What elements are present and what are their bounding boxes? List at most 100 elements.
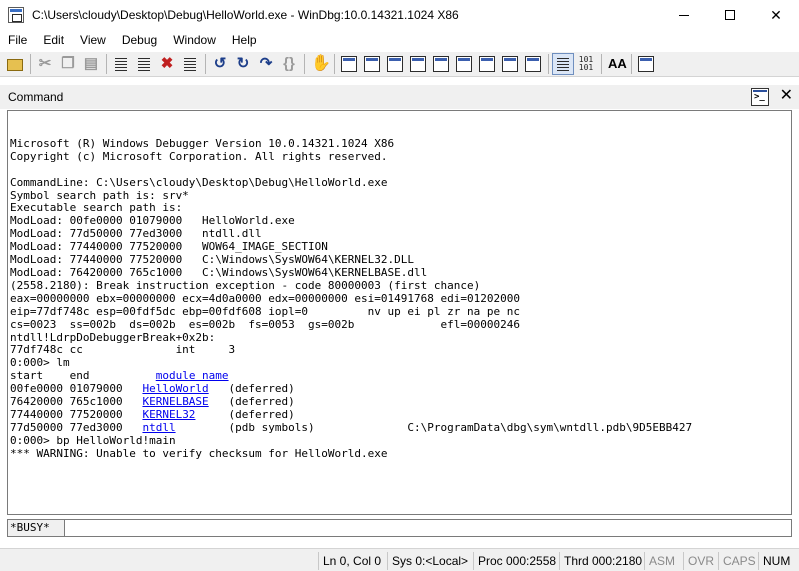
menu-help[interactable]: Help <box>224 30 265 50</box>
run-to-cursor-icon: {} <box>283 55 295 72</box>
font-button[interactable]: AA <box>605 53 627 75</box>
copy-icon: ❐ <box>61 55 75 72</box>
toolbar: ✂ ❐ ▤ ✖ ↺ ↻ ↷ {} ✋ 101 101 AA <box>0 51 799 77</box>
toolbar-separator <box>30 54 31 74</box>
source-mode-button[interactable] <box>552 53 574 75</box>
module-symbol-status: (deferred) <box>208 382 295 396</box>
disassembly-window-icon <box>479 56 495 72</box>
cut-icon: ✂ <box>38 55 52 72</box>
output-line: CommandLine: C:\Users\cloudy\Desktop\Deb… <box>10 175 388 189</box>
module-header-start: start <box>10 369 70 383</box>
status-num: NUM <box>758 552 794 570</box>
source-mode-icon <box>557 57 569 71</box>
call-stack-window-button[interactable] <box>453 53 475 75</box>
output-line: ModLoad: 76420000 765c1000 C:\Windows\Sy… <box>10 265 428 279</box>
break-button[interactable] <box>179 53 201 75</box>
locals-window-button[interactable] <box>384 53 406 75</box>
menu-view[interactable]: View <box>72 30 114 50</box>
restart-button[interactable] <box>133 53 155 75</box>
scratch-pad-button[interactable] <box>499 53 521 75</box>
module-header-name[interactable]: module name <box>156 369 229 382</box>
menu-debug[interactable]: Debug <box>114 30 165 50</box>
command-window-header: Command ✕ <box>0 85 799 109</box>
step-out-icon: ↷ <box>259 55 273 72</box>
output-line: (2558.2180): Break instruction exception… <box>10 278 481 292</box>
toolbar-separator <box>631 54 632 74</box>
open-button[interactable] <box>4 53 26 75</box>
options-button[interactable] <box>635 53 657 75</box>
status-position: Ln 0, Col 0 <box>318 552 385 570</box>
close-icon[interactable]: ✕ <box>780 86 793 106</box>
command-output-text: Microsoft (R) Windows Debugger Version 1… <box>10 125 692 461</box>
module-name-link[interactable]: KERNELBASE <box>142 395 208 408</box>
toolbar-separator <box>106 54 107 74</box>
options-icon <box>638 56 654 72</box>
status-proc: Proc 000:2558 <box>473 552 560 570</box>
breakpoint-hand-button[interactable]: ✋ <box>308 53 331 75</box>
window-title: C:\Users\cloudy\Desktop\Debug\HelloWorld… <box>32 8 459 22</box>
stop-debugging-icon: ✖ <box>160 55 174 72</box>
command-window-button[interactable] <box>338 53 360 75</box>
menu-window[interactable]: Window <box>165 30 224 50</box>
restart-icon <box>138 57 150 71</box>
paste-button[interactable]: ▤ <box>80 53 102 75</box>
toolbar-separator <box>548 54 549 74</box>
module-name-link[interactable]: KERNEL32 <box>142 408 195 421</box>
close-button[interactable]: ✕ <box>753 0 799 30</box>
step-out-button[interactable]: ↷ <box>255 53 277 75</box>
module-symbol-status: (deferred) <box>195 407 295 421</box>
go-icon <box>115 57 127 71</box>
command-prompt-icon[interactable] <box>751 88 769 106</box>
output-line: 0:000> bp HelloWorld!main <box>10 433 176 447</box>
paste-icon: ▤ <box>83 55 99 72</box>
menu-bar: File Edit View Debug Window Help <box>0 30 799 50</box>
output-line: 77df748c cc int 3 <box>10 343 236 357</box>
minimize-button[interactable] <box>661 0 707 30</box>
module-address-range: 00fe0000 01079000 <box>10 382 143 396</box>
font-icon: AA <box>608 56 627 71</box>
module-symbol-status: (pdb symbols) <box>175 420 315 434</box>
toolbar-separator <box>304 54 305 74</box>
command-output-pane[interactable]: Microsoft (R) Windows Debugger Version 1… <box>7 110 792 515</box>
windbg-app-icon[interactable] <box>8 7 24 23</box>
toolbar-separator <box>601 54 602 74</box>
go-button[interactable] <box>110 53 132 75</box>
status-sys: Sys 0:<Local> <box>387 552 472 570</box>
registers-window-button[interactable] <box>407 53 429 75</box>
hand-icon: ✋ <box>311 55 331 72</box>
cut-button[interactable]: ✂ <box>34 53 56 75</box>
menu-edit[interactable]: Edit <box>35 30 72 50</box>
step-into-icon: ↺ <box>213 55 227 72</box>
command-window-title: Command <box>8 90 64 104</box>
module-header-end: end <box>69 369 156 383</box>
menu-file[interactable]: File <box>0 30 35 50</box>
memory-window-button[interactable] <box>430 53 452 75</box>
close-icon: ✕ <box>770 6 782 23</box>
minimize-icon <box>679 14 689 16</box>
module-name-link[interactable]: ntdll <box>142 421 175 434</box>
maximize-button[interactable] <box>707 0 753 30</box>
status-caps: CAPS <box>718 552 760 570</box>
step-over-button[interactable]: ↻ <box>232 53 254 75</box>
locals-window-icon <box>387 56 403 72</box>
module-address-range: 76420000 765c1000 <box>10 395 143 409</box>
processes-threads-icon <box>525 56 541 72</box>
module-address-range: 77d50000 77ed3000 <box>10 420 143 434</box>
stop-debugging-button[interactable]: ✖ <box>156 53 178 75</box>
command-input[interactable] <box>64 519 792 537</box>
copy-button[interactable]: ❐ <box>57 53 79 75</box>
watch-window-button[interactable] <box>361 53 383 75</box>
output-line: eax=00000000 ebx=00000000 ecx=4d0a0000 e… <box>10 291 520 305</box>
disassembly-window-button[interactable] <box>476 53 498 75</box>
hex-mode-button[interactable]: 101 101 <box>575 53 597 75</box>
command-window-icon <box>341 56 357 72</box>
toolbar-separator <box>205 54 206 74</box>
module-name-link[interactable]: HelloWorld <box>142 382 208 395</box>
step-into-button[interactable]: ↺ <box>209 53 231 75</box>
module-row: 77d50000 77ed3000 ntdll (pdb symbols) C:… <box>10 420 692 435</box>
run-to-cursor-button[interactable]: {} <box>278 53 300 75</box>
processes-threads-button[interactable] <box>522 53 544 75</box>
output-line: *** WARNING: Unable to verify checksum f… <box>10 446 388 460</box>
status-asm: ASM <box>644 552 679 570</box>
watch-window-icon <box>364 56 380 72</box>
